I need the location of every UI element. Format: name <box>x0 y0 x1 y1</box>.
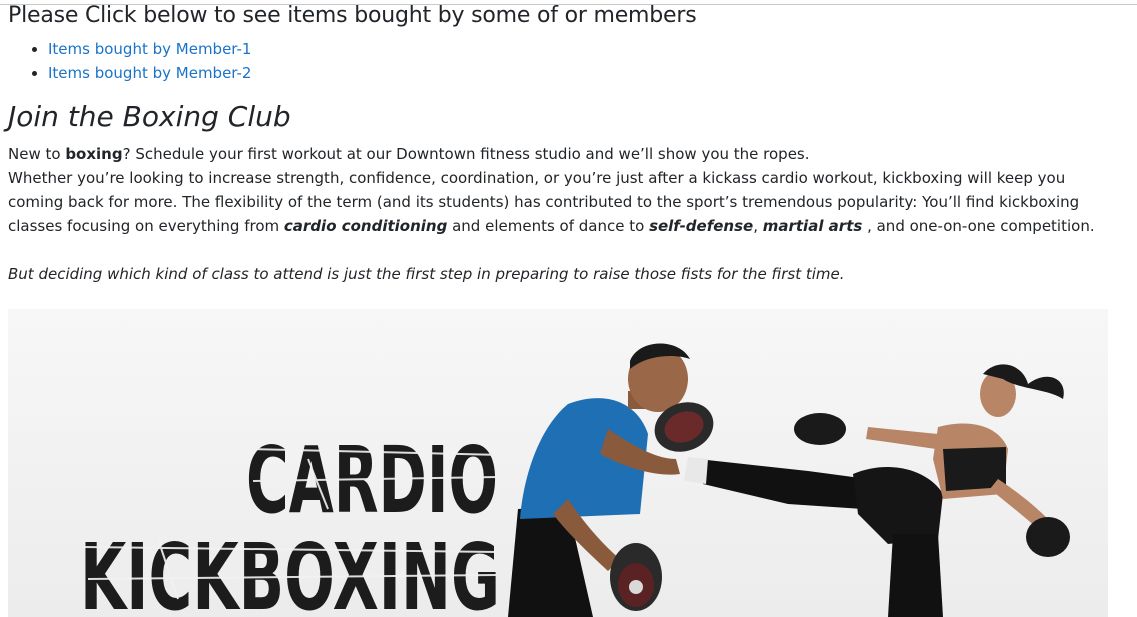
member-links-list: Items bought by Member-1 Items bought by… <box>8 37 251 85</box>
description-paragraph: Whether you’re looking to increase stren… <box>8 166 1123 238</box>
description-text: , and one-on-one competition. <box>862 217 1095 235</box>
cardio-conditioning-emphasis: cardio conditioning <box>283 217 448 235</box>
cardio-kickboxing-image: CARDIO KICKBOXING <box>8 309 1108 617</box>
member-2-link[interactable]: Items bought by Member-2 <box>48 64 251 82</box>
self-defense-emphasis: self-defense <box>649 217 754 235</box>
closing-text: But deciding which kind of class to atte… <box>8 265 845 283</box>
list-item: Items bought by Member-2 <box>48 61 251 85</box>
description-text: and elements of dance to <box>447 217 650 235</box>
intro-text: New to <box>8 145 66 163</box>
members-heading: Please Click below to see items bought b… <box>8 3 697 28</box>
intro-line: New to boxing? Schedule your first worko… <box>8 142 1123 166</box>
member-1-link[interactable]: Items bought by Member-1 <box>48 40 251 58</box>
club-description: New to boxing? Schedule your first worko… <box>8 142 1123 286</box>
martial-arts-emphasis: martial arts <box>762 217 863 235</box>
description-text: , <box>753 217 763 235</box>
list-item: Items bought by Member-1 <box>48 37 251 61</box>
closing-line: But deciding which kind of class to atte… <box>8 262 1123 286</box>
club-title: Join the Boxing Club <box>8 100 291 133</box>
boxing-bold: boxing <box>65 145 123 163</box>
hero-text-kickboxing: KICKBOXING <box>80 524 500 617</box>
intro-text: ? Schedule your first workout at our Dow… <box>122 145 810 163</box>
